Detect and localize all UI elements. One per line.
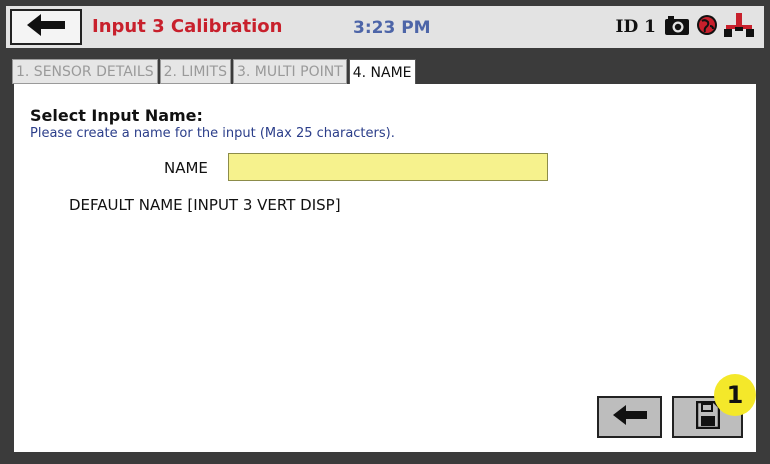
tab-bar: 1. SENSOR DETAILS 2. LIMITS 3. MULTI POI… (12, 59, 418, 85)
save-icon (695, 400, 720, 433)
name-label: NAME (164, 159, 208, 177)
content-panel: Select Input Name: Please create a name … (14, 84, 756, 452)
instruction-text: Please create a name for the input (Max … (30, 126, 395, 141)
status-area: ID 1 (616, 12, 754, 42)
globe-icon[interactable] (696, 14, 718, 40)
clock: 3:23 PM (353, 18, 431, 38)
default-name: DEFAULT NAME [INPUT 3 VERT DISP] (69, 196, 341, 214)
tab-sensor-details[interactable]: 1. SENSOR DETAILS (12, 59, 158, 84)
device-frame: Input 3 Calibration 3:23 PM ID 1 1. SENS… (0, 0, 770, 464)
tab-name[interactable]: 4. NAME (348, 59, 416, 85)
tab-multi-point[interactable]: 3. MULTI POINT (232, 59, 347, 84)
device-id: ID 1 (615, 17, 656, 37)
page-title: Input 3 Calibration (92, 16, 283, 37)
title-bar: Input 3 Calibration 3:23 PM ID 1 (6, 6, 764, 48)
name-input[interactable] (228, 153, 548, 181)
back-arrow-icon (612, 405, 647, 429)
camera-icon[interactable] (664, 14, 690, 40)
section-heading: Select Input Name: (30, 106, 203, 125)
tab-limits[interactable]: 2. LIMITS (159, 59, 231, 84)
back-arrow-icon (27, 14, 65, 40)
previous-button[interactable] (597, 396, 662, 438)
callout-badge: 1 (714, 374, 756, 416)
network-icon[interactable] (724, 13, 754, 41)
header-back-button[interactable] (10, 9, 82, 45)
